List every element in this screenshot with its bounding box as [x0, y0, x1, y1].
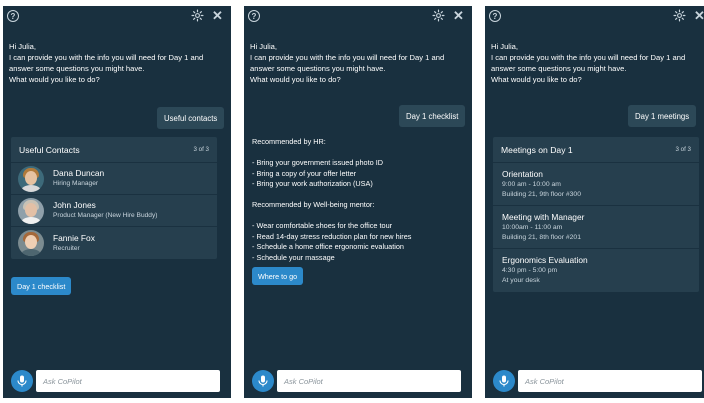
- close-icon[interactable]: ✕: [211, 8, 224, 23]
- user-message: Day 1 checklist: [399, 105, 466, 127]
- meeting-time: 10:00am - 11:00 am: [502, 224, 563, 231]
- meeting-title: Ergonomics Evaluation: [502, 255, 588, 265]
- checklist-item: - Schedule a home office ergonomic evalu…: [252, 242, 404, 251]
- microphone-icon[interactable]: [493, 370, 515, 392]
- ask-copilot-input[interactable]: Ask CoPilot: [518, 370, 702, 392]
- copilot-panel-checklist: ? ✕ Hi Julia, I can provide you with the…: [244, 6, 472, 398]
- contact-name: Dana Duncan: [53, 168, 105, 178]
- ask-copilot-input[interactable]: Ask CoPilot: [36, 370, 220, 392]
- help-icon[interactable]: ?: [248, 10, 260, 22]
- where-to-go-button[interactable]: Where to go: [252, 267, 304, 285]
- microphone-icon[interactable]: [11, 370, 33, 392]
- contact-role: Recruiter: [53, 244, 80, 252]
- contact-item[interactable]: John Jones Product Manager (New Hire Bud…: [11, 195, 217, 227]
- close-icon[interactable]: ✕: [452, 8, 465, 23]
- meeting-title: Meeting with Manager: [502, 212, 585, 222]
- hr-heading: Recommended by HR:: [252, 137, 326, 146]
- card-title: Useful Contacts: [19, 144, 80, 155]
- bot-greeting: Hi Julia, I can provide you with the inf…: [250, 42, 445, 84]
- user-message: Useful contacts: [157, 107, 225, 129]
- help-icon[interactable]: ?: [7, 10, 19, 22]
- bot-greeting: Hi Julia, I can provide you with the inf…: [9, 42, 204, 84]
- contact-name: John Jones: [53, 200, 96, 210]
- close-icon[interactable]: ✕: [693, 8, 704, 23]
- meeting-location: Building 21, 9th floor #300: [502, 191, 581, 198]
- checklist-item: - Read 14-day stress reduction plan for …: [252, 231, 412, 241]
- input-bar: Ask CoPilot: [244, 364, 472, 398]
- checklist-item: - Schedule your massage: [252, 252, 335, 262]
- checklist-item: - Wear comfortable shoes for the office …: [252, 221, 393, 230]
- avatar: [18, 230, 44, 256]
- card-header: Meetings on Day 1 3 of 3: [493, 137, 699, 163]
- contact-item[interactable]: Dana Duncan Hiring Manager: [11, 163, 217, 195]
- input-bar: Ask CoPilot: [485, 364, 704, 398]
- gear-icon[interactable]: [432, 9, 445, 22]
- input-bar: Ask CoPilot: [3, 364, 231, 398]
- meeting-location: At your desk: [502, 277, 540, 284]
- avatar: [18, 165, 44, 192]
- microphone-icon[interactable]: [252, 370, 274, 392]
- gear-icon[interactable]: [191, 9, 204, 22]
- bot-greeting: Hi Julia, I can provide you with the inf…: [491, 42, 686, 84]
- panel-header: ? ✕: [3, 6, 231, 26]
- ask-copilot-input[interactable]: Ask CoPilot: [277, 370, 461, 392]
- panel-header: ? ✕: [244, 6, 472, 26]
- gear-icon[interactable]: [673, 9, 686, 22]
- contact-role: Product Manager (New Hire Buddy): [53, 212, 158, 219]
- card-count: 3 of 3: [675, 146, 691, 153]
- checklist-item: - Bring your government issued photo ID: [252, 158, 384, 167]
- meeting-item[interactable]: Ergonomics Evaluation 4:30 pm - 5:00 pm …: [493, 249, 699, 292]
- help-icon[interactable]: ?: [489, 10, 501, 22]
- mentor-heading: Recommended by Well-being mentor:: [252, 200, 375, 209]
- meeting-title: Orientation: [502, 169, 543, 179]
- meeting-time: 9:00 am - 10:00 am: [502, 181, 561, 188]
- copilot-panel-meetings: ? ✕ Hi Julia, I can provide you with the…: [485, 6, 704, 398]
- card-title: Meetings on Day 1: [501, 144, 573, 155]
- day1-checklist: Recommended by HR: - Bring your governme…: [252, 137, 466, 263]
- checklist-item: - Bring a copy of your offer letter: [252, 168, 357, 178]
- checklist-item: - Bring your work authorization (USA): [252, 179, 373, 188]
- contact-role: Hiring Manager: [53, 180, 99, 187]
- card-count: 3 of 3: [193, 146, 209, 153]
- meeting-location: Building 21, 8th floor #201: [502, 234, 581, 241]
- contacts-card: Useful Contacts 3 of 3 Dana Duncan Hirin…: [11, 137, 217, 259]
- meeting-item[interactable]: Meeting with Manager 10:00am - 11:00 am …: [493, 206, 699, 249]
- card-header: Useful Contacts 3 of 3: [11, 137, 217, 163]
- avatar: [18, 197, 44, 224]
- meetings-card: Meetings on Day 1 3 of 3 Orientation 9:0…: [493, 137, 699, 292]
- panel-header: ? ✕: [485, 6, 704, 26]
- copilot-panel-contacts: ? ✕ Hi Julia, I can provide you with the…: [3, 6, 231, 398]
- meeting-item[interactable]: Orientation 9:00 am - 10:00 am Building …: [493, 163, 699, 206]
- user-message: Day 1 meetings: [628, 105, 697, 127]
- day1-checklist-button[interactable]: Day 1 checklist: [11, 277, 72, 295]
- contact-item[interactable]: Fannie Fox Recruiter: [11, 227, 217, 259]
- meeting-time: 4:30 pm - 5:00 pm: [502, 267, 558, 274]
- contact-name: Fannie Fox: [53, 232, 95, 243]
